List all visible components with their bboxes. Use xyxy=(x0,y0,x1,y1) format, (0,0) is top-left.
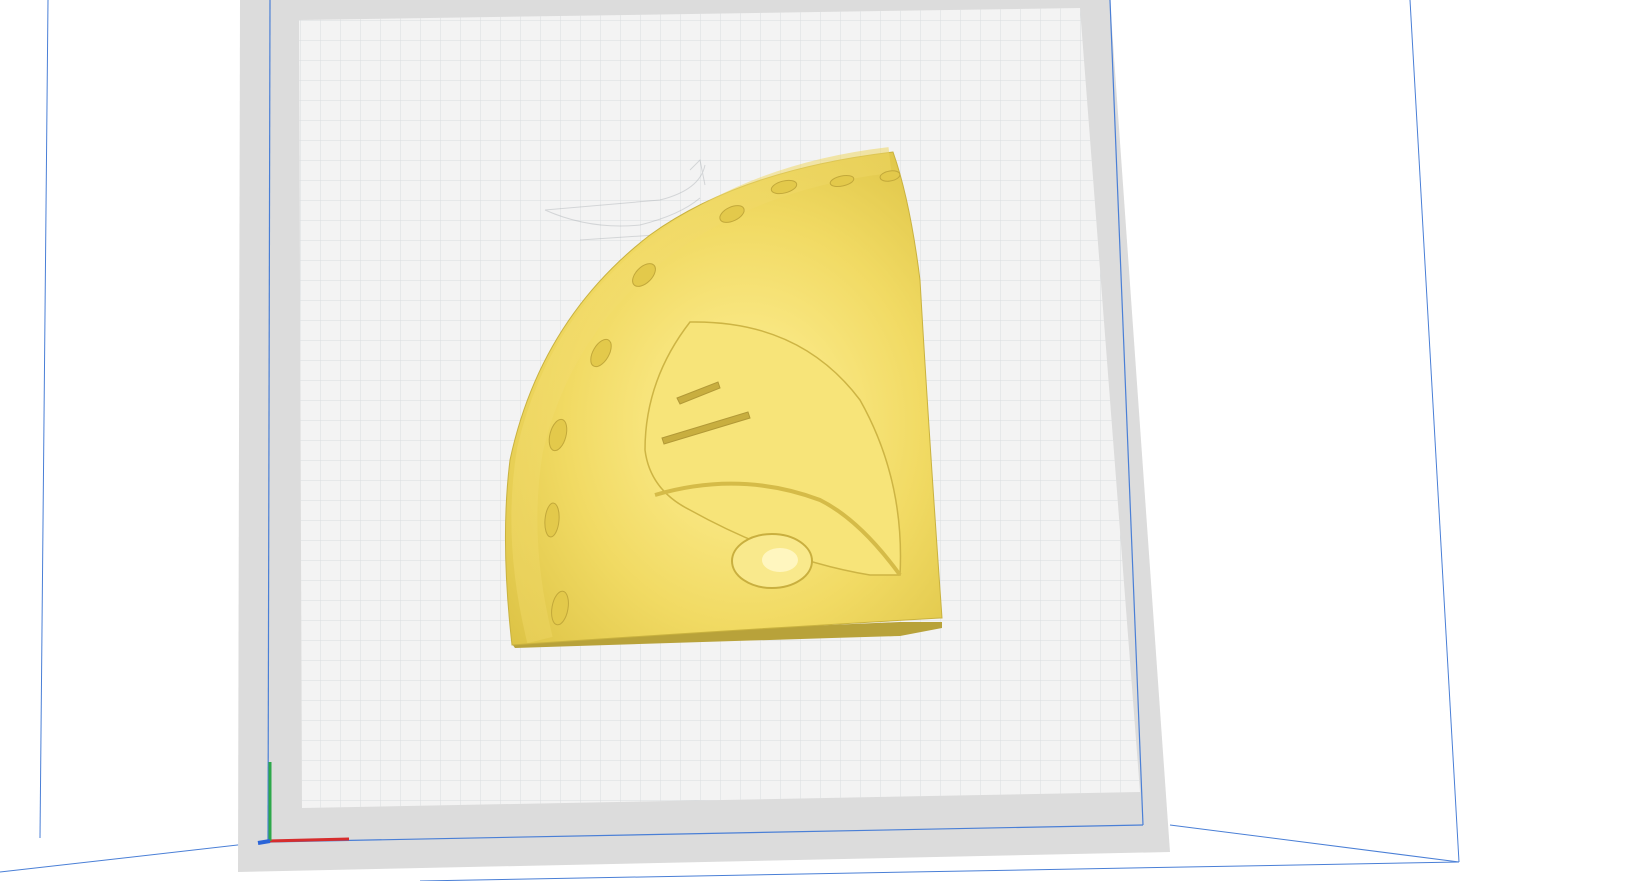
z-axis xyxy=(257,839,271,845)
scene-canvas[interactable] xyxy=(0,0,1649,881)
x-axis xyxy=(267,837,350,843)
3d-viewport[interactable] xyxy=(0,0,1649,881)
eye-highlight xyxy=(762,548,798,572)
